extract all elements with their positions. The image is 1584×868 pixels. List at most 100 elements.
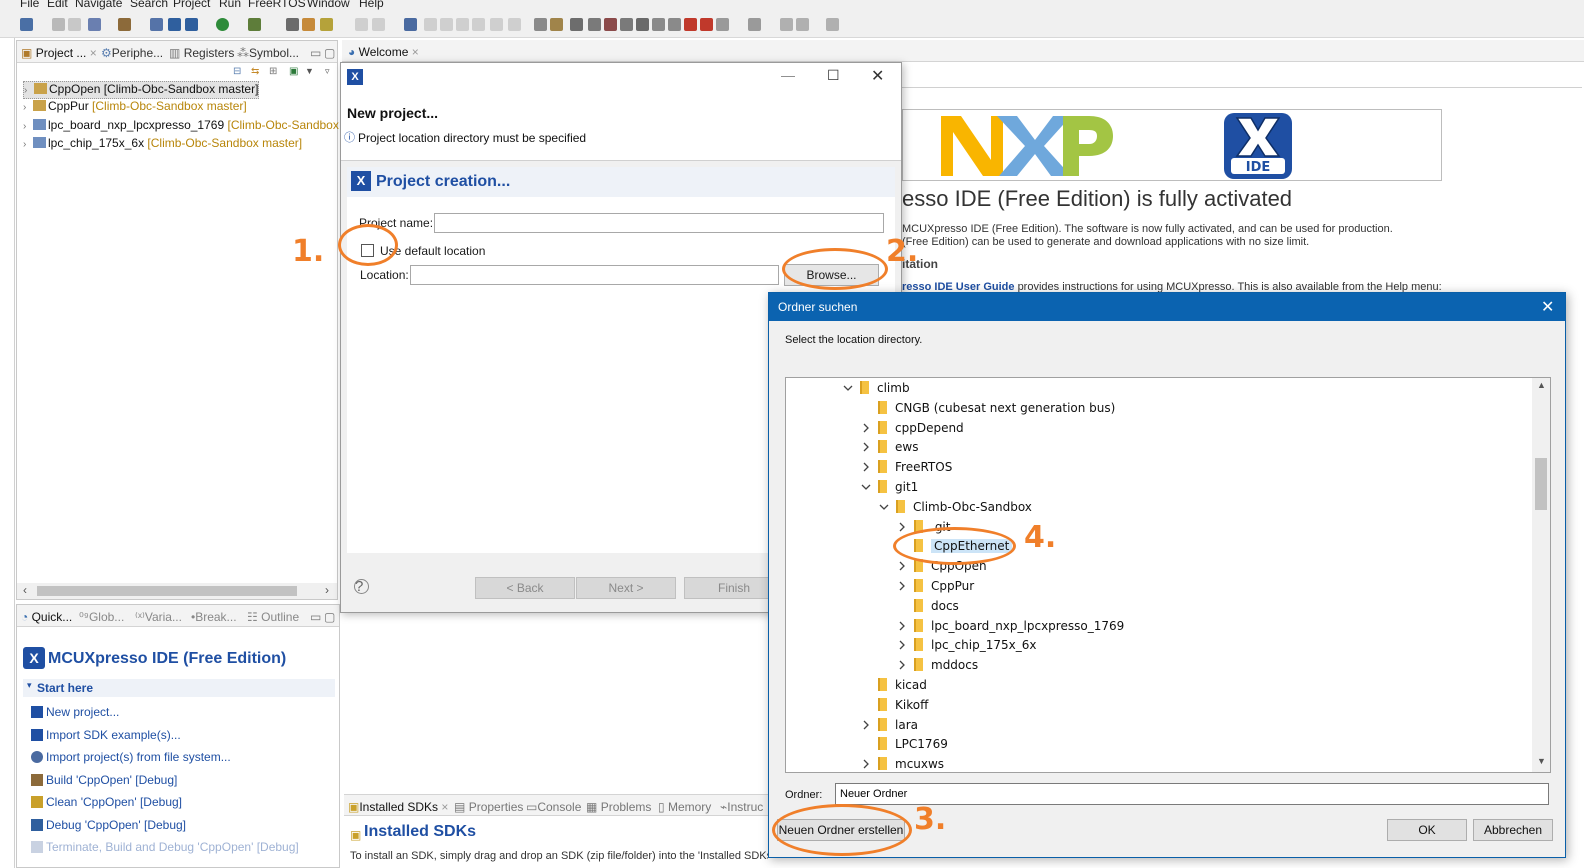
scrollbar-thumb[interactable] xyxy=(1535,458,1547,510)
minimize-icon[interactable]: ▭ xyxy=(310,46,321,60)
stop-icon[interactable] xyxy=(668,18,681,31)
folder-tree-item[interactable]: ews xyxy=(863,440,918,459)
tab-symbol-viewer[interactable]: ⁂Symbol... xyxy=(237,46,299,60)
console-icon[interactable] xyxy=(534,18,547,31)
folder-tree-scrollbar[interactable]: ▲ ▼ xyxy=(1532,378,1550,772)
scroll-down-icon[interactable]: ▼ xyxy=(1537,756,1546,766)
maximize-icon[interactable]: ▢ xyxy=(324,46,335,60)
link-clean[interactable]: Clean 'CppOpen' [Debug] xyxy=(31,795,182,809)
folder-tree-item[interactable]: Kikoff xyxy=(878,697,928,717)
link-debug[interactable]: Debug 'CppOpen' [Debug] xyxy=(31,818,186,832)
external-tools-icon[interactable] xyxy=(248,18,261,31)
folder-tree-item[interactable]: LPC1769 xyxy=(878,737,948,756)
cancel-button[interactable]: Abbrechen xyxy=(1473,819,1553,841)
collapse-icon[interactable]: ▾ xyxy=(27,680,32,691)
resume-icon[interactable] xyxy=(424,18,437,31)
folder-tree[interactable]: climb CNGB (cubesat next generation bus) c… xyxy=(785,377,1551,773)
folder-tree-item[interactable]: lpc_board_nxp_lpcxpresso_1769 xyxy=(899,618,1124,638)
folder-tree-item[interactable]: mcuxws xyxy=(863,757,944,772)
expand-arrow-icon[interactable]: › xyxy=(23,102,33,113)
expand-arrow-icon[interactable]: › xyxy=(23,139,33,150)
horizontal-scrollbar[interactable]: ‹ › xyxy=(17,583,337,599)
folder-tree-item[interactable]: FreeRTOS xyxy=(863,460,952,479)
menu-file[interactable]: File xyxy=(20,0,39,10)
project-name-input[interactable] xyxy=(434,213,884,233)
expand-arrow-icon[interactable]: › xyxy=(23,121,33,132)
chevron-down-icon[interactable] xyxy=(842,382,854,394)
back-button[interactable]: < Back xyxy=(475,577,575,599)
menu-edit[interactable]: Edit xyxy=(47,0,68,10)
chevron-right-icon[interactable] xyxy=(896,639,908,651)
chevron-right-icon[interactable] xyxy=(896,659,908,671)
step-return-icon[interactable] xyxy=(490,18,503,31)
tree-item-cpppur[interactable]: › CppPur [Climb-Obc-Sandbox master] xyxy=(23,99,247,117)
build-icon[interactable] xyxy=(88,18,101,31)
tab-project-explorer[interactable]: ▣ Project ... × xyxy=(21,46,97,60)
tab-memory[interactable]: ▯ Memory xyxy=(658,800,711,814)
peripheral-icon[interactable] xyxy=(570,18,583,31)
folder-tree-item[interactable]: lpc_chip_175x_6x xyxy=(899,638,1036,657)
tab-problems[interactable]: ▦ Problems xyxy=(586,800,651,814)
location-input[interactable] xyxy=(410,265,779,285)
menu-help[interactable]: Help xyxy=(359,0,384,10)
restart-icon[interactable] xyxy=(508,18,521,31)
tab-properties[interactable]: ▤ Properties xyxy=(454,800,523,814)
boot-icon[interactable] xyxy=(700,18,713,31)
pin-icon[interactable] xyxy=(320,18,333,31)
link-build[interactable]: Build 'CppOpen' [Debug] xyxy=(31,773,177,787)
folder-tree-item[interactable]: CppPur xyxy=(899,579,974,598)
save-icon[interactable] xyxy=(52,18,65,31)
suspend-icon[interactable] xyxy=(440,18,453,31)
swo-icon[interactable] xyxy=(636,18,649,31)
menu-window[interactable]: Window xyxy=(307,0,350,10)
open-type-icon[interactable] xyxy=(286,18,299,31)
debug-config-icon[interactable] xyxy=(150,18,163,31)
menu-navigate[interactable]: Navigate xyxy=(75,0,122,10)
tab-peripherals[interactable]: ⚙Periphe... xyxy=(101,46,163,60)
link-icon[interactable] xyxy=(684,18,697,31)
close-icon[interactable]: × xyxy=(412,45,419,59)
disconnect-icon[interactable] xyxy=(472,18,485,31)
chevron-right-icon[interactable] xyxy=(860,441,872,453)
close-dialog-icon[interactable]: ✕ xyxy=(1541,297,1554,317)
task-icon[interactable] xyxy=(302,18,315,31)
bug-icon[interactable] xyxy=(168,18,181,31)
memory-icon[interactable] xyxy=(588,18,601,31)
maximize-window-icon[interactable]: ☐ xyxy=(827,67,840,84)
back-icon[interactable] xyxy=(780,18,793,31)
next-button[interactable]: Next > xyxy=(576,577,676,599)
minimize-window-icon[interactable]: — xyxy=(781,67,795,83)
menu-freertos[interactable]: FreeRTOS xyxy=(248,0,306,10)
tab-global-variables[interactable]: ⁰⁹Glob... xyxy=(79,610,124,624)
chevron-right-icon[interactable] xyxy=(896,521,908,533)
tree-item-cppopen[interactable]: › CppOpen [Climb-Obc-Sandbox master] xyxy=(23,81,260,99)
close-icon[interactable]: × xyxy=(90,46,97,60)
step-over-icon[interactable] xyxy=(372,18,385,31)
start-here-header[interactable]: ▾ Start here xyxy=(23,679,335,697)
scroll-up-icon[interactable]: ▲ xyxy=(1537,380,1546,390)
link-editor-icon[interactable]: ⇆ xyxy=(251,66,259,77)
chevron-right-icon[interactable] xyxy=(860,719,872,731)
forward-icon[interactable] xyxy=(826,18,839,31)
annotation-icon[interactable] xyxy=(716,18,729,31)
folder-tree-item[interactable]: cppDepend xyxy=(863,420,964,440)
chevron-right-icon[interactable] xyxy=(860,758,872,770)
new-icon[interactable] xyxy=(20,18,33,31)
mcux-icon[interactable]: ▣ xyxy=(289,66,298,77)
menu-search[interactable]: Search xyxy=(130,0,168,10)
tab-breakpoints[interactable]: •Break... xyxy=(191,610,237,624)
step-into-icon[interactable] xyxy=(355,18,368,31)
tab-installed-sdks[interactable]: ▣Installed SDKs × xyxy=(348,800,448,814)
probe-icon[interactable] xyxy=(652,18,665,31)
folder-tree-item[interactable]: mddocs xyxy=(899,658,978,677)
scroll-left-icon[interactable]: ‹ xyxy=(23,583,27,597)
view-menu-icon[interactable]: ▿ xyxy=(325,66,330,77)
maximize-icon[interactable]: ▢ xyxy=(324,610,335,624)
expand-arrow-icon[interactable]: › xyxy=(24,85,34,96)
tree-item-lpc-board[interactable]: › lpc_board_nxp_lpcxpresso_1769 [Climb-Ob… xyxy=(23,118,352,136)
back-dropdown-icon[interactable] xyxy=(796,18,809,31)
filter-icon[interactable]: ⊞ xyxy=(269,66,277,77)
tab-quickstart[interactable]: ◔ Quick... xyxy=(21,610,72,624)
chevron-right-icon[interactable] xyxy=(896,560,908,572)
chevron-down-icon[interactable] xyxy=(878,501,890,513)
